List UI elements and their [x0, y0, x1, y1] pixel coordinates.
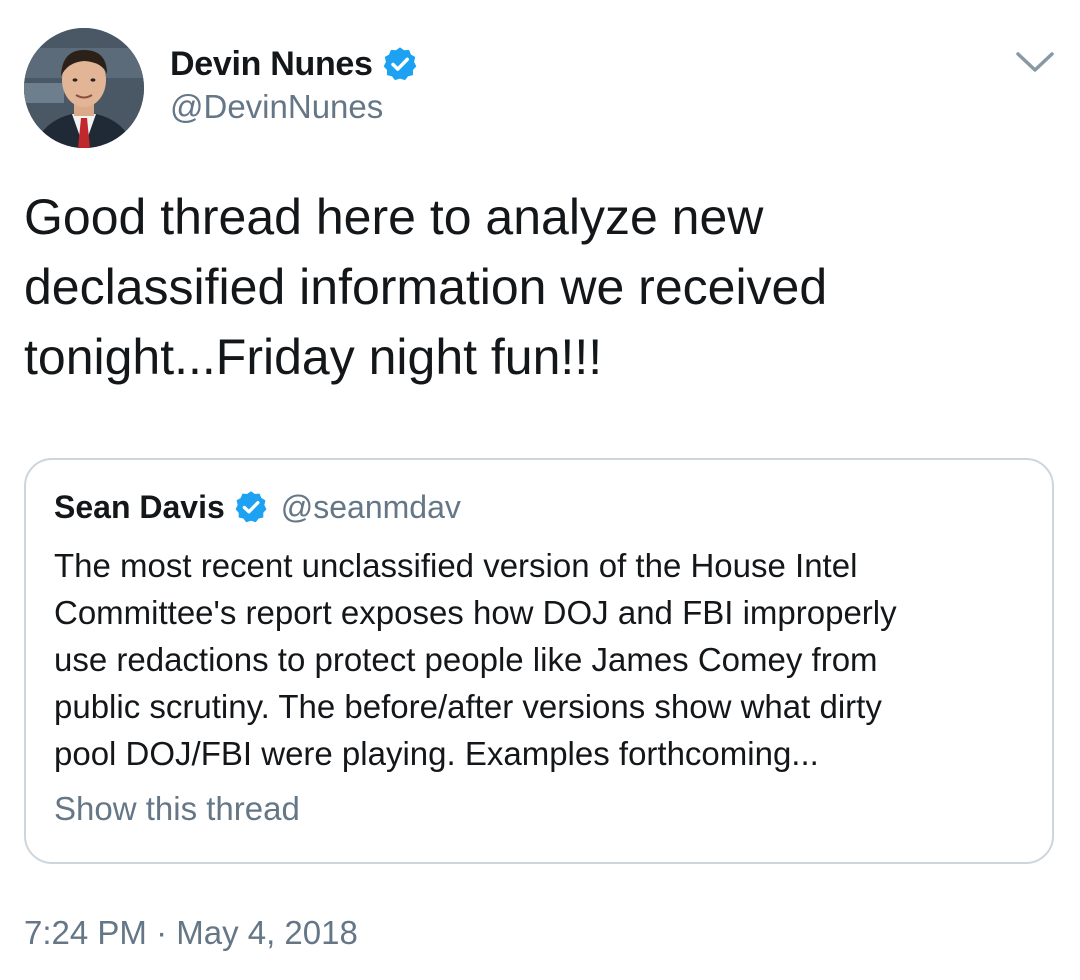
verified-badge-icon [381, 45, 419, 83]
show-thread-link[interactable]: Show this thread [54, 790, 300, 828]
author-avatar[interactable] [24, 28, 144, 148]
quoted-author-name: Sean Davis [54, 488, 225, 525]
verified-badge-icon [233, 489, 269, 525]
author-handle[interactable]: @DevinNunes [170, 88, 383, 126]
author-name[interactable]: Devin Nunes [170, 45, 373, 84]
avatar-image [24, 28, 144, 148]
tweet-text: Good thread here to analyze new declassi… [24, 189, 828, 385]
quoted-tweet-text: The most recent unclassified version of … [54, 547, 897, 772]
tweet-card: Devin Nunes @DevinNunes Good thread here… [0, 0, 1080, 980]
author-name-row: Devin Nunes [170, 42, 419, 86]
quoted-tweet-header: Sean Davis @seanmdav [54, 484, 461, 530]
chevron-down-icon[interactable] [1010, 44, 1060, 80]
quoted-author-handle: @seanmdav [280, 488, 461, 525]
tweet-timestamp[interactable]: 7:24 PM · May 4, 2018 [24, 914, 358, 952]
quoted-tweet-card[interactable]: Sean Davis @seanmdav The most recent unc… [24, 458, 1054, 864]
